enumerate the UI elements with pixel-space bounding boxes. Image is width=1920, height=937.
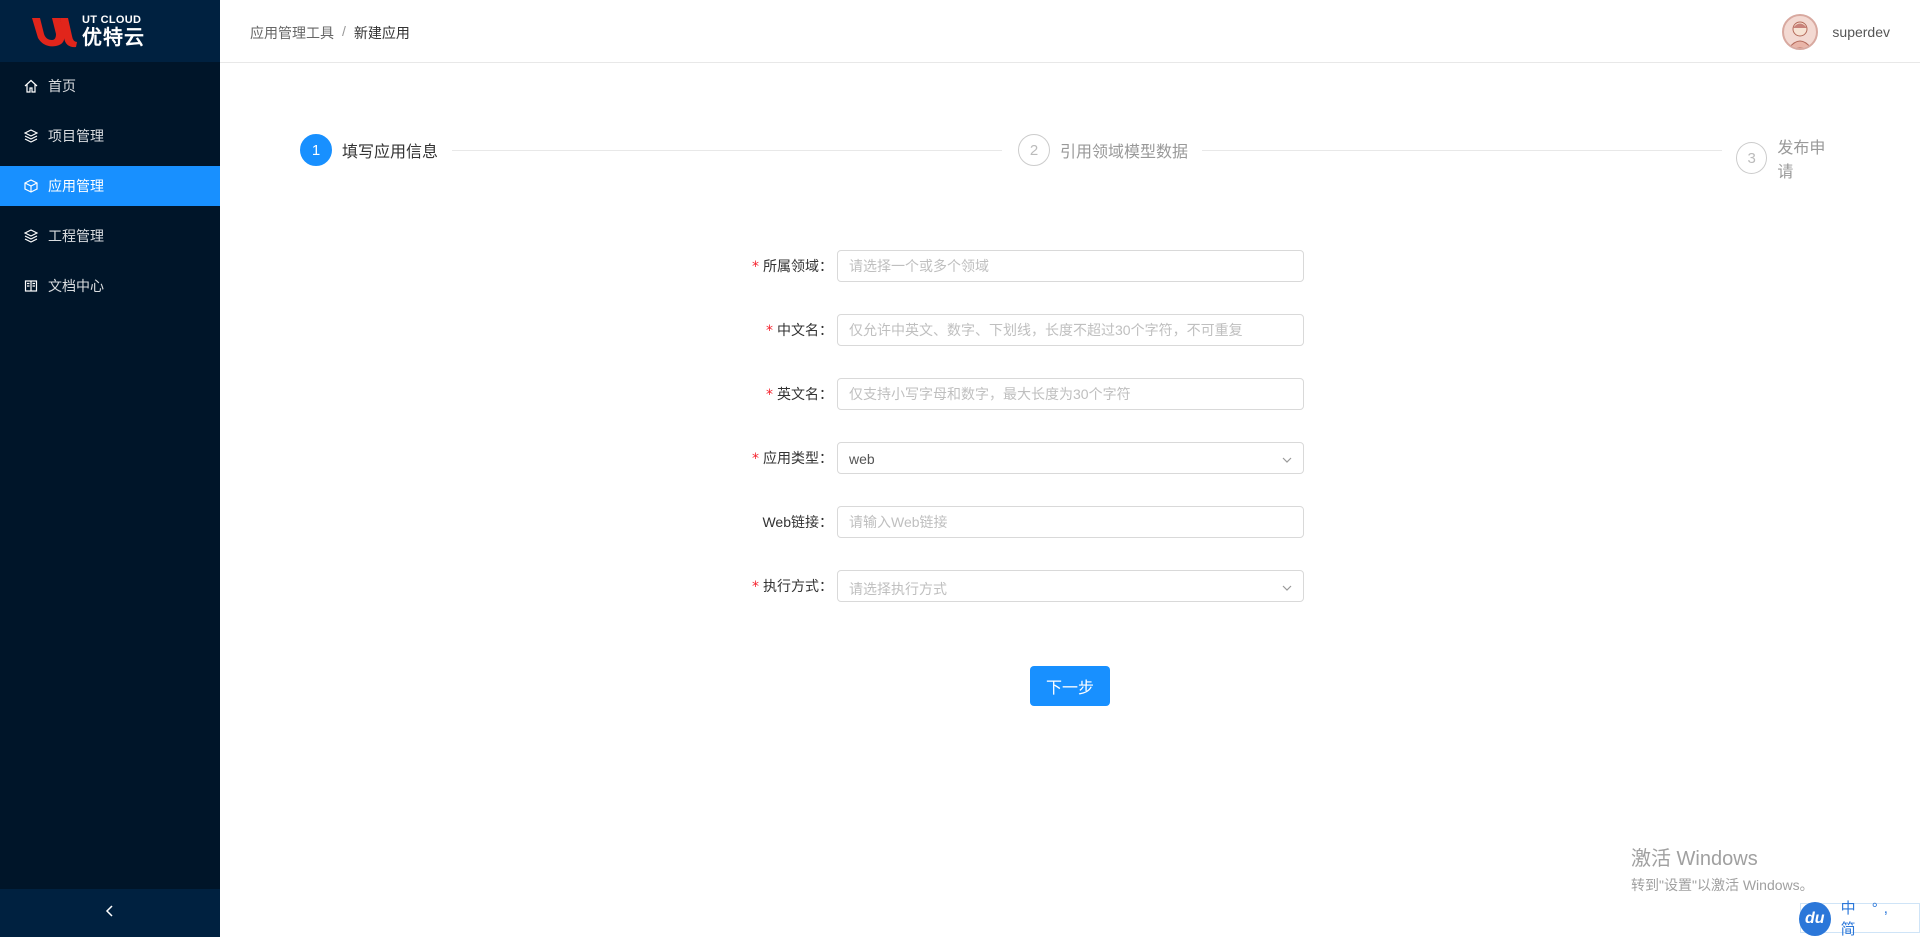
step-2: 2 引用领域模型数据 (1018, 134, 1188, 166)
step-title: 引用领域模型数据 (1060, 144, 1189, 161)
cn-name-label: * 中文名： (766, 322, 833, 339)
ime-status[interactable]: 中 °, 简 (1841, 897, 1919, 937)
next-step-button[interactable]: 下一步 (1030, 666, 1110, 706)
brand-en: UT CLOUD (82, 13, 142, 26)
cube-icon (24, 179, 38, 193)
sidebar-item-label: 工程管理 (48, 228, 104, 244)
baidu-ime-icon[interactable]: du (1799, 902, 1831, 936)
web-link-input[interactable] (838, 507, 1303, 537)
step-1: 1 填写应用信息 (300, 134, 438, 166)
breadcrumb-separator: / (342, 23, 346, 39)
exec-mode-select[interactable]: 请选择执行方式 (837, 570, 1304, 602)
app-type-label: * 应用类型： (752, 450, 833, 467)
sidebar-item-label: 项目管理 (48, 128, 104, 144)
step-connector (452, 150, 1002, 151)
form-row-en-name: * 英文名： (700, 378, 1304, 410)
sidebar-item-projects[interactable]: 项目管理 (0, 116, 220, 156)
en-name-input[interactable] (838, 379, 1303, 409)
top-header: 应用管理工具 / 新建应用 superdev (220, 0, 1920, 63)
cn-name-input[interactable] (838, 315, 1303, 345)
ime-toolbar[interactable]: du 中 °, 简 (1799, 900, 1920, 937)
step-connector (1202, 150, 1722, 151)
avatar[interactable] (1782, 14, 1819, 50)
ut-cloud-logo-icon (30, 14, 78, 48)
sidebar-collapse-button[interactable] (0, 889, 220, 937)
app-type-select[interactable]: web (837, 442, 1304, 474)
web-link-label: Web链接： (762, 514, 833, 530)
step-number: 2 (1018, 134, 1050, 166)
sidebar-item-apps[interactable]: 应用管理 (0, 166, 220, 206)
sidebar-item-label: 应用管理 (48, 178, 104, 194)
brand-cn: 优特云 (82, 26, 145, 49)
book-icon (24, 279, 38, 293)
sidebar-item-home[interactable]: 首页 (0, 66, 220, 106)
sidebar-item-label: 首页 (48, 78, 76, 94)
step-number: 1 (300, 134, 332, 166)
step-3: 3 发布申请 (1736, 134, 1840, 182)
domain-label: * 所属领域： (752, 258, 833, 275)
form-row-domain: * 所属领域： (700, 250, 1304, 282)
exec-mode-placeholder: 请选择执行方式 (849, 581, 947, 597)
breadcrumb-item-app-tools[interactable]: 应用管理工具 (250, 23, 334, 43)
user-menu[interactable]: superdev (1782, 14, 1890, 50)
sidebar-menu: 首页 项目管理 应用管理 工程管理 文档中心 (0, 66, 220, 306)
layers-icon (24, 229, 38, 243)
exec-mode-label: * 执行方式： (752, 578, 833, 595)
sidebar-item-label: 文档中心 (48, 278, 104, 294)
logo[interactable]: UT CLOUD 优特云 (0, 0, 220, 62)
username[interactable]: superdev (1832, 24, 1890, 40)
form-row-app-type: * 应用类型： web (700, 442, 1304, 474)
sidebar-item-engineering[interactable]: 工程管理 (0, 216, 220, 256)
domain-input[interactable] (838, 251, 1303, 281)
step-number: 3 (1736, 142, 1768, 174)
watermark-title: 激活 Windows (1631, 848, 1758, 870)
breadcrumb: 应用管理工具 / 新建应用 (250, 23, 410, 43)
form-row-exec-mode: * 执行方式： 请选择执行方式 (700, 570, 1304, 602)
sidebar-item-docs[interactable]: 文档中心 (0, 266, 220, 306)
brand-text: UT CLOUD 优特云 (82, 13, 145, 49)
steps: 1 填写应用信息 2 引用领域模型数据 3 发布申请 (300, 134, 1840, 181)
chevron-down-icon (1281, 453, 1293, 465)
watermark-subtitle: 转到"设置"以激活 Windows。 (1631, 877, 1814, 893)
domain-select[interactable] (837, 250, 1304, 282)
step-title: 填写应用信息 (342, 144, 439, 161)
chevron-left-icon (105, 904, 115, 923)
sidebar: UT CLOUD 优特云 首页 项目管理 应用管理 工程管理 文档中心 (0, 0, 220, 937)
chevron-down-icon (1281, 581, 1293, 593)
home-icon (24, 79, 38, 93)
en-name-label: * 英文名： (766, 386, 833, 403)
layers-icon (24, 129, 38, 143)
form-row-cn-name: * 中文名： (700, 314, 1304, 346)
windows-activation-watermark: 激活 Windows 转到"设置"以激活 Windows。 (1631, 842, 1814, 895)
step-title: 发布申请 (1777, 140, 1826, 181)
form-row-web-link: Web链接： (700, 506, 1304, 538)
breadcrumb-item-new-app: 新建应用 (353, 25, 410, 41)
app-type-value: web (849, 451, 875, 467)
